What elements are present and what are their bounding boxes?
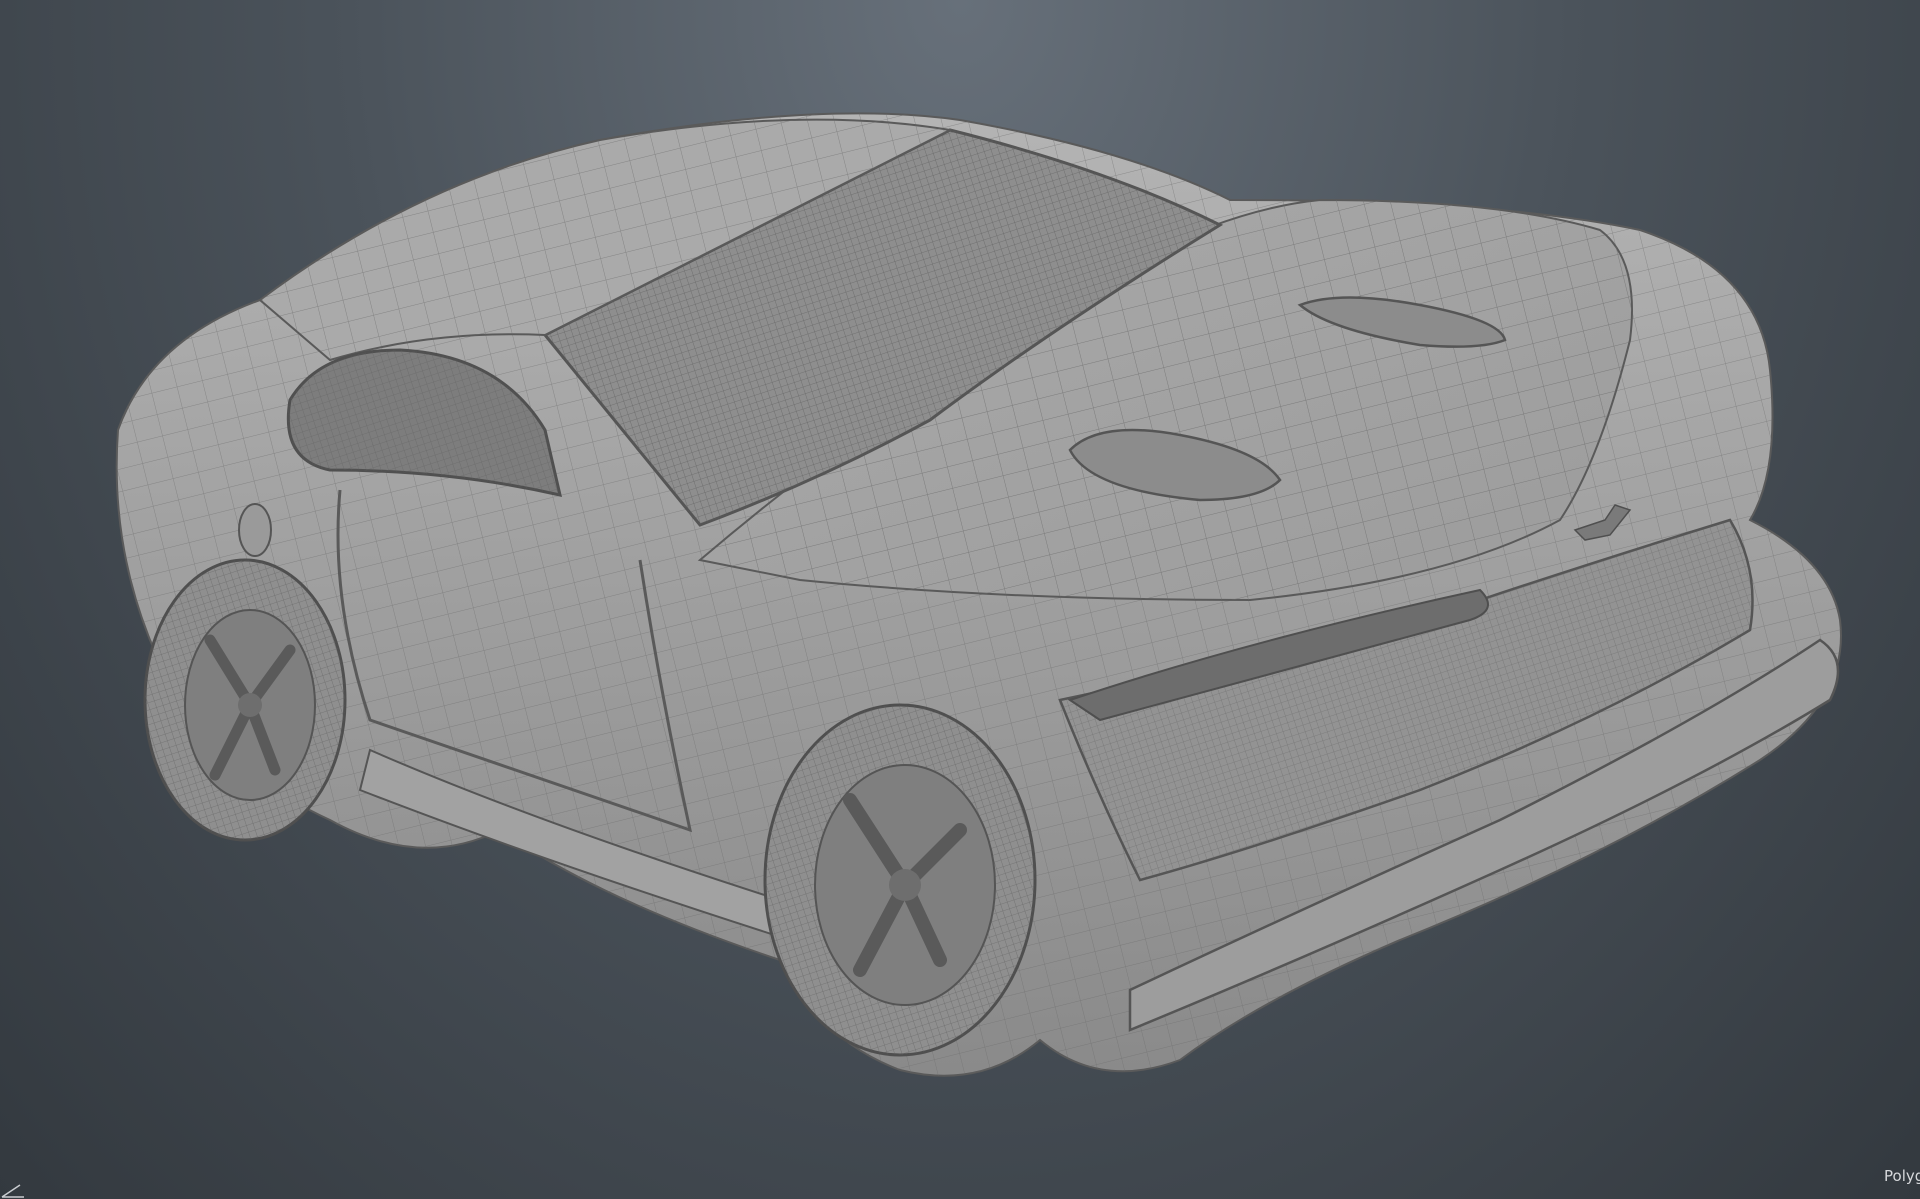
axis-gizmo-icon[interactable] [0, 1181, 28, 1199]
car-mesh-model [115, 112, 1842, 1077]
front-wheel [763, 703, 1037, 1057]
fuel-cap [238, 503, 272, 557]
rear-wheel [143, 558, 347, 842]
3d-viewport[interactable]: Polyg [0, 0, 1920, 1199]
polygon-count-label: Polyg [1884, 1167, 1920, 1185]
